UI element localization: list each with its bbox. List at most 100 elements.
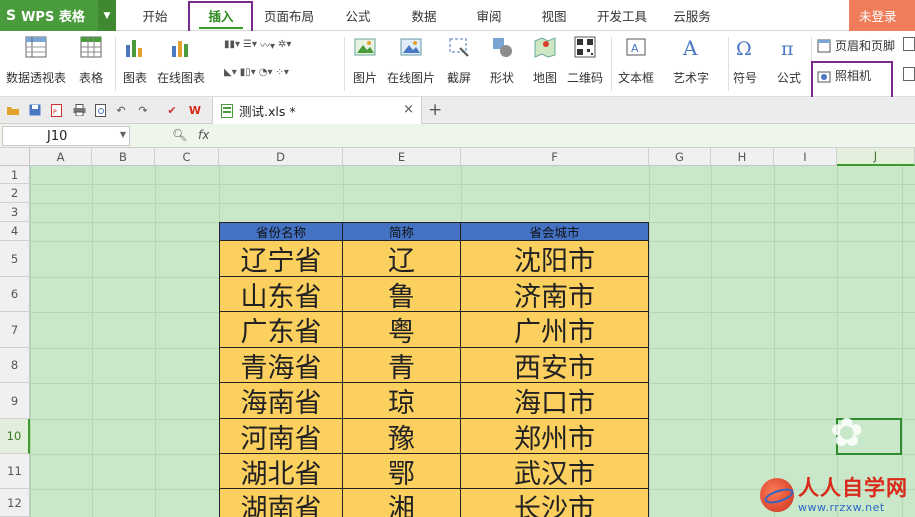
abbreviation-cell[interactable]: 辽 <box>343 241 461 277</box>
print-preview-icon[interactable] <box>94 103 108 117</box>
row-header-8[interactable]: 8 <box>0 348 30 383</box>
tab-developer[interactable]: 开发工具 <box>590 0 654 31</box>
stock-chart-icon[interactable]: ▮▯▾ <box>240 67 256 78</box>
row-header-2[interactable]: 2 <box>0 184 30 203</box>
chevron-down-icon[interactable]: ▼ <box>98 0 116 31</box>
row-header-1[interactable]: 1 <box>0 166 30 184</box>
province-cell[interactable]: 广东省 <box>219 312 343 348</box>
abbreviation-cell[interactable]: 鲁 <box>343 277 461 313</box>
tab-view[interactable]: 视图 <box>528 0 580 31</box>
chevron-down-icon[interactable]: ▼ <box>120 130 126 139</box>
province-cell[interactable]: 海南省 <box>219 383 343 419</box>
export-pdf-icon[interactable]: P <box>50 103 64 117</box>
line-list-icon[interactable]: ☰▾ <box>243 39 257 50</box>
province-cell[interactable]: 青海省 <box>219 348 343 384</box>
capital-cell[interactable]: 沈阳市 <box>461 241 649 277</box>
object-icon[interactable] <box>903 67 915 81</box>
camera-button[interactable]: 照相机 <box>817 67 871 84</box>
textbox-button[interactable]: A 文本框 <box>618 35 654 86</box>
row-header-6[interactable]: 6 <box>0 277 30 312</box>
province-cell[interactable]: 山东省 <box>219 277 343 313</box>
abbreviation-cell[interactable]: 粤 <box>343 312 461 348</box>
abbreviation-cell[interactable]: 青 <box>343 348 461 384</box>
tab-cloud-service[interactable]: 云服务 <box>664 0 720 31</box>
column-header-c[interactable]: C <box>155 148 219 166</box>
row-header-7[interactable]: 7 <box>0 312 30 348</box>
row-header-11[interactable]: 11 <box>0 454 30 489</box>
column-header-e[interactable]: E <box>343 148 461 166</box>
capital-cell[interactable]: 广州市 <box>461 312 649 348</box>
header-footer-button[interactable]: 页眉和页脚 <box>817 37 895 54</box>
column-header-f[interactable]: F <box>461 148 649 166</box>
tab-insert[interactable]: 插入 <box>191 0 251 31</box>
province-cell[interactable]: 湖北省 <box>219 454 343 490</box>
map-button[interactable]: 地图 <box>533 35 557 86</box>
tab-page-layout[interactable]: 页面布局 <box>255 0 323 31</box>
select-all-corner[interactable] <box>0 148 30 166</box>
pie-chart-icon[interactable]: ◔▾ <box>259 67 273 78</box>
formula-input[interactable] <box>220 126 913 146</box>
column-chart-icon[interactable]: ▮▮▾ <box>224 39 240 50</box>
tab-formulas[interactable]: 公式 <box>332 0 384 31</box>
chart-button[interactable]: 图表 <box>123 35 147 86</box>
abbreviation-cell[interactable]: 鄂 <box>343 454 461 490</box>
radar-chart-icon[interactable]: ✲▾ <box>278 39 291 50</box>
name-box[interactable]: J10 ▼ <box>2 126 130 146</box>
shapes-button[interactable]: 形状 <box>490 35 514 86</box>
row-header-3[interactable]: 3 <box>0 203 30 222</box>
row-header-4[interactable]: 4 <box>0 222 30 241</box>
scatter-chart-icon[interactable]: ⁘▾ <box>276 67 289 78</box>
province-cell[interactable]: 湖南省 <box>219 489 343 517</box>
capital-cell[interactable]: 济南市 <box>461 277 649 313</box>
tab-home[interactable]: 开始 <box>127 0 183 31</box>
online-picture-button[interactable]: 在线图片 <box>387 35 435 86</box>
tab-review[interactable]: 审阅 <box>463 0 515 31</box>
row-header-9[interactable]: 9 <box>0 383 30 419</box>
more-insert-icon[interactable] <box>903 37 915 51</box>
capital-cell[interactable]: 海口市 <box>461 383 649 419</box>
capital-cell[interactable]: 武汉市 <box>461 454 649 490</box>
wps-w-icon[interactable]: W <box>188 103 202 117</box>
formula-button[interactable]: π 公式 <box>777 35 801 86</box>
abbreviation-cell[interactable]: 豫 <box>343 419 461 455</box>
column-header-h[interactable]: H <box>711 148 774 166</box>
column-header-a[interactable]: A <box>30 148 92 166</box>
row-header-12[interactable]: 12 <box>0 489 30 517</box>
document-tab[interactable]: 测试.xls * × <box>212 97 422 124</box>
undo-icon[interactable]: ↶ <box>114 103 128 117</box>
column-header-d[interactable]: D <box>219 148 343 166</box>
fx-function-icon[interactable]: fx <box>198 128 209 142</box>
login-button[interactable]: 未登录 <box>849 0 915 31</box>
row-header-10[interactable]: 10 <box>0 419 30 454</box>
province-cell[interactable]: 河南省 <box>219 419 343 455</box>
column-header-b[interactable]: B <box>92 148 155 166</box>
line-chart-icon[interactable]: 〰▾ <box>260 37 275 52</box>
symbol-button[interactable]: Ω 符号 <box>733 35 757 86</box>
abbreviation-cell[interactable]: 琼 <box>343 383 461 419</box>
redo-icon[interactable]: ↷ <box>136 103 150 117</box>
pivot-table-button[interactable]: 数据透视表 <box>6 35 66 86</box>
picture-button[interactable]: 图片 <box>353 35 377 86</box>
province-cell[interactable]: 辽宁省 <box>219 241 343 277</box>
table-button[interactable]: 表格 <box>79 35 103 86</box>
app-menu-button[interactable]: S WPS 表格 ▼ <box>0 0 116 31</box>
column-header-j[interactable]: J <box>837 148 915 166</box>
screenshot-button[interactable]: 截屏 <box>447 35 471 86</box>
abbreviation-cell[interactable]: 湘 <box>343 489 461 517</box>
close-icon[interactable]: × <box>403 102 414 117</box>
capital-cell[interactable]: 长沙市 <box>461 489 649 517</box>
qrcode-button[interactable]: 二维码 <box>567 35 603 86</box>
format-painter-icon[interactable]: ✔ <box>165 103 179 117</box>
area-chart-icon[interactable]: ◣▾ <box>224 67 237 78</box>
new-tab-plus-icon[interactable]: + <box>428 100 442 120</box>
wordart-button[interactable]: A 艺术字 <box>673 35 709 86</box>
row-header-5[interactable]: 5 <box>0 241 30 277</box>
zoom-search-icon[interactable]: 🔍︎ <box>172 128 187 142</box>
capital-cell[interactable]: 西安市 <box>461 348 649 384</box>
print-icon[interactable] <box>72 103 86 117</box>
column-header-i[interactable]: I <box>774 148 837 166</box>
column-header-g[interactable]: G <box>649 148 711 166</box>
open-folder-icon[interactable] <box>6 103 20 117</box>
tab-data[interactable]: 数据 <box>398 0 450 31</box>
save-icon[interactable] <box>28 103 42 117</box>
